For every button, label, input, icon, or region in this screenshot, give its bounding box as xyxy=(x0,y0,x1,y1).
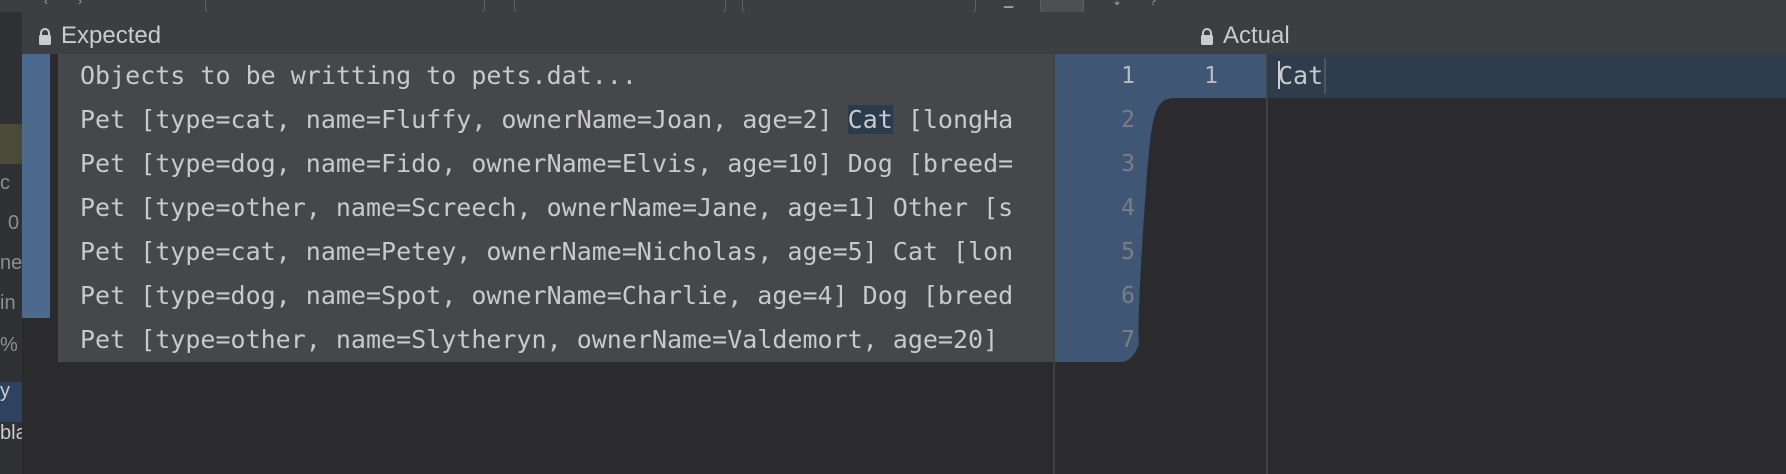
line-number: 2 xyxy=(1121,107,1135,133)
diff-header: Expected Actual xyxy=(22,12,1786,54)
expected-code: Objects to be writting to pets.dat... Pe… xyxy=(58,54,1054,362)
diff-gutter: 1 2 3 4 5 6 7 1 xyxy=(1055,54,1266,474)
code-line: Pet [type=cat, name=Fluffy, ownerName=Jo… xyxy=(58,98,1054,142)
strip-text: % I xyxy=(0,334,22,356)
left-tool-strip: c 0 ne in % I y bla xyxy=(0,12,22,474)
actual-editor[interactable]: Cat xyxy=(1268,54,1786,474)
back-arrow-icon[interactable]: ‹ xyxy=(44,0,58,8)
lock-icon xyxy=(1200,27,1214,45)
code-line: Pet [type=other, name=Slytheryn, ownerNa… xyxy=(80,325,999,354)
code-line: Objects to be writting to pets.dat... xyxy=(80,61,637,90)
strip-highlight xyxy=(0,124,22,164)
actual-code: Cat xyxy=(1278,54,1323,98)
text-caret xyxy=(1278,61,1280,89)
actual-title: Actual xyxy=(1200,22,1290,50)
expected-editor[interactable]: Objects to be writting to pets.dat... Pe… xyxy=(22,54,1054,474)
line-number: 1 xyxy=(1204,63,1218,89)
line-number: 5 xyxy=(1121,239,1135,265)
strip-text: ne xyxy=(0,252,22,274)
whitespace-dropdown[interactable] xyxy=(514,0,726,12)
code-line: Pet [type=cat, name=Petey, ownerName=Nic… xyxy=(80,237,1014,266)
code-text: [longHa xyxy=(892,105,1014,134)
strip-text: c xyxy=(0,172,10,194)
help-icon[interactable]: ? xyxy=(1150,0,1164,8)
collapse-icon[interactable]: ▁ xyxy=(1004,0,1018,8)
current-line-highlight xyxy=(1268,54,1786,98)
expected-title: Expected xyxy=(38,22,161,50)
sync-scroll-toggle[interactable] xyxy=(1040,0,1084,12)
strip-text[interactable]: y xyxy=(0,380,10,402)
right-margin-marker xyxy=(1324,58,1326,94)
strip-text: 0 xyxy=(8,212,20,234)
code-text: Pet [type=cat, name=Fluffy, ownerName=Jo… xyxy=(80,105,848,134)
line-number: 4 xyxy=(1121,195,1135,221)
settings-icon[interactable]: ⇣ xyxy=(1112,0,1126,8)
line-number: 1 xyxy=(1121,63,1135,89)
diff-toolbar: ‹ › ▁ ⇣ ? xyxy=(0,0,1786,12)
code-line: Cat xyxy=(1278,61,1324,90)
strip-text: in xyxy=(0,292,16,314)
code-line: Pet [type=dog, name=Spot, ownerName=Char… xyxy=(80,281,1014,310)
lock-icon xyxy=(38,27,52,45)
line-number: 7 xyxy=(1121,327,1135,353)
actual-title-text: Actual xyxy=(1223,22,1290,49)
strip-text: bla xyxy=(0,422,22,444)
code-line: Pet [type=dog, name=Fido, ownerName=Elvi… xyxy=(80,149,1014,178)
viewer-mode-dropdown[interactable] xyxy=(205,0,485,12)
line-number: 6 xyxy=(1121,283,1135,309)
line-number: 3 xyxy=(1121,151,1135,177)
code-line: Pet [type=other, name=Screech, ownerName… xyxy=(80,193,1014,222)
changed-block-marker xyxy=(22,54,50,318)
diff-word-highlight: Cat xyxy=(847,105,893,134)
highlighting-dropdown[interactable] xyxy=(742,0,976,12)
diff-connector-shape xyxy=(1055,54,1266,362)
forward-arrow-icon[interactable]: › xyxy=(78,0,92,8)
expected-title-text: Expected xyxy=(61,22,162,49)
